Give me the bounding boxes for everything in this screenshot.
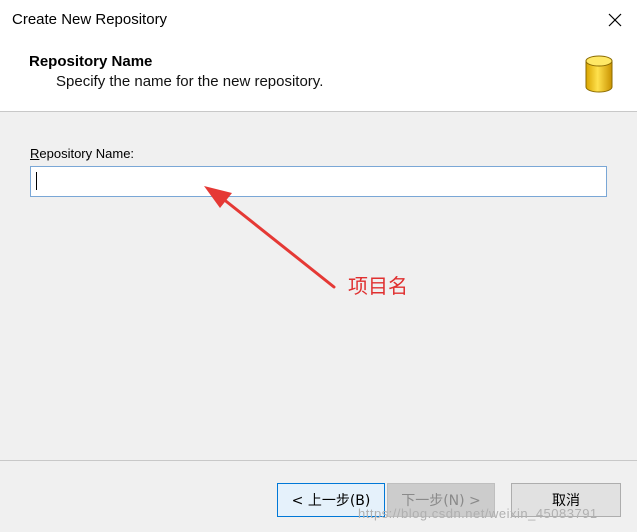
watermark: https://blog.csdn.net/weixin_45083791 [358,506,598,521]
annotation-label: 项目名 [348,274,408,298]
annotation-arrow [204,186,336,289]
footer-divider [0,460,637,461]
